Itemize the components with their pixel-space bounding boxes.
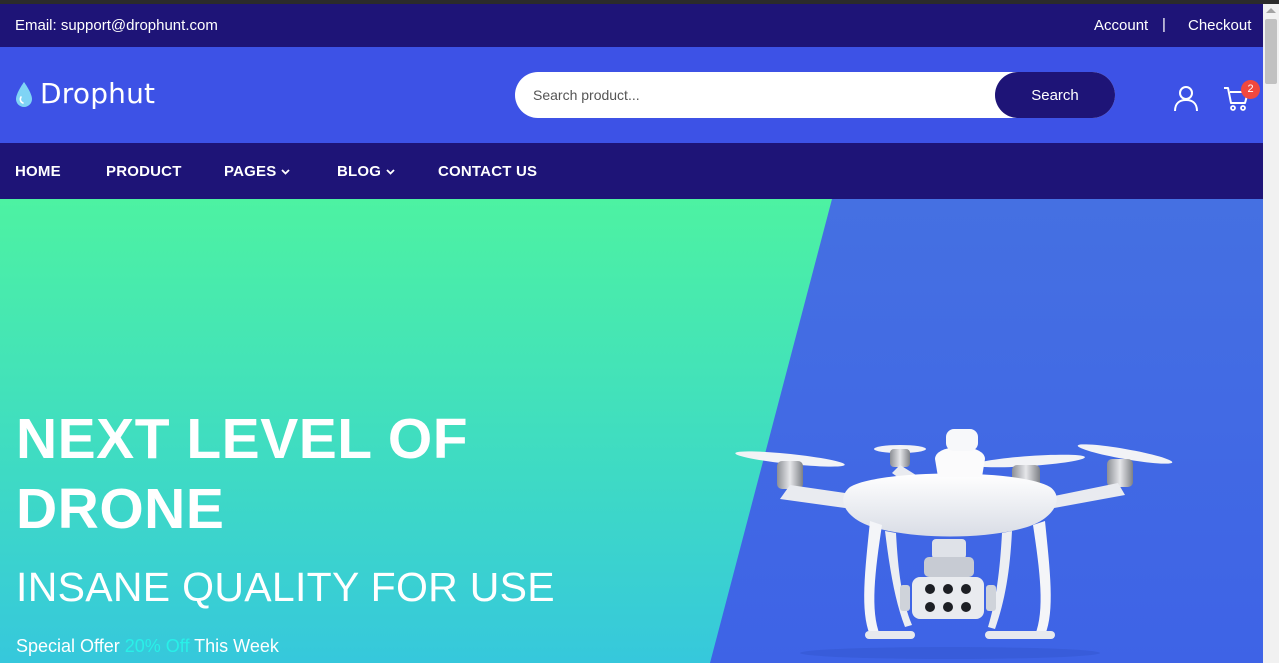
nav-item-product[interactable]: PRODUCT (106, 163, 182, 180)
top-bar: Email: support@drophunt.com Account | Ch… (0, 4, 1263, 47)
nav-item-label: CONTACT US (438, 163, 538, 180)
site-logo[interactable]: Drophut (14, 77, 155, 110)
drone-image (735, 429, 1173, 659)
nav-item-contact-us[interactable]: CONTACT US (438, 163, 537, 180)
hero-offer: Special Offer 20% Off This Week (16, 636, 279, 657)
nav-item-label: BLOG (337, 163, 382, 180)
nav-item-home[interactable]: HOME (15, 163, 61, 180)
chevron-down-icon (386, 168, 395, 175)
chevron-down-icon (281, 168, 291, 175)
user-icon[interactable] (1172, 84, 1200, 112)
search-input[interactable] (533, 72, 1003, 118)
checkout-link[interactable]: Checkout (1188, 17, 1251, 34)
nav-item-label: HOME (15, 163, 61, 180)
nav-item-label: PAGES (224, 163, 277, 180)
site-header: Drophut Search 2 (0, 47, 1263, 143)
page-scrollbar[interactable] (1263, 4, 1279, 663)
scrollbar-thumb[interactable] (1265, 19, 1277, 84)
offer-suffix: This Week (194, 636, 279, 656)
main-nav: HOME PRODUCT PAGES BLOG CONTACT US (0, 143, 1263, 199)
hero-title-line: DRONE (16, 477, 225, 541)
support-email: Email: support@drophunt.com (15, 17, 218, 34)
search-button[interactable]: Search (995, 72, 1115, 118)
scroll-up-arrow-icon[interactable] (1266, 8, 1276, 13)
logo-text: Drophut (40, 77, 156, 110)
nav-item-blog[interactable]: BLOG (337, 163, 395, 180)
hero-subtitle: INSANE QUALITY FOR USE (16, 564, 555, 610)
offer-prefix: Special Offer (16, 636, 120, 656)
drop-logo-icon (16, 81, 32, 107)
hero-banner: NEXT LEVEL OF DRONE INSANE QUALITY FOR U… (0, 199, 1263, 663)
offer-highlight: 20% Off (124, 636, 190, 656)
hero-title-line: NEXT LEVEL OF (16, 407, 469, 471)
topbar-separator: | (1162, 16, 1166, 33)
cart-count-badge: 2 (1241, 80, 1260, 99)
account-link[interactable]: Account (1094, 17, 1148, 34)
nav-item-pages[interactable]: PAGES (224, 163, 291, 180)
search-bar: Search (515, 72, 1115, 118)
nav-item-label: PRODUCT (106, 163, 182, 180)
hero-title: NEXT LEVEL OF DRONE (16, 404, 616, 544)
